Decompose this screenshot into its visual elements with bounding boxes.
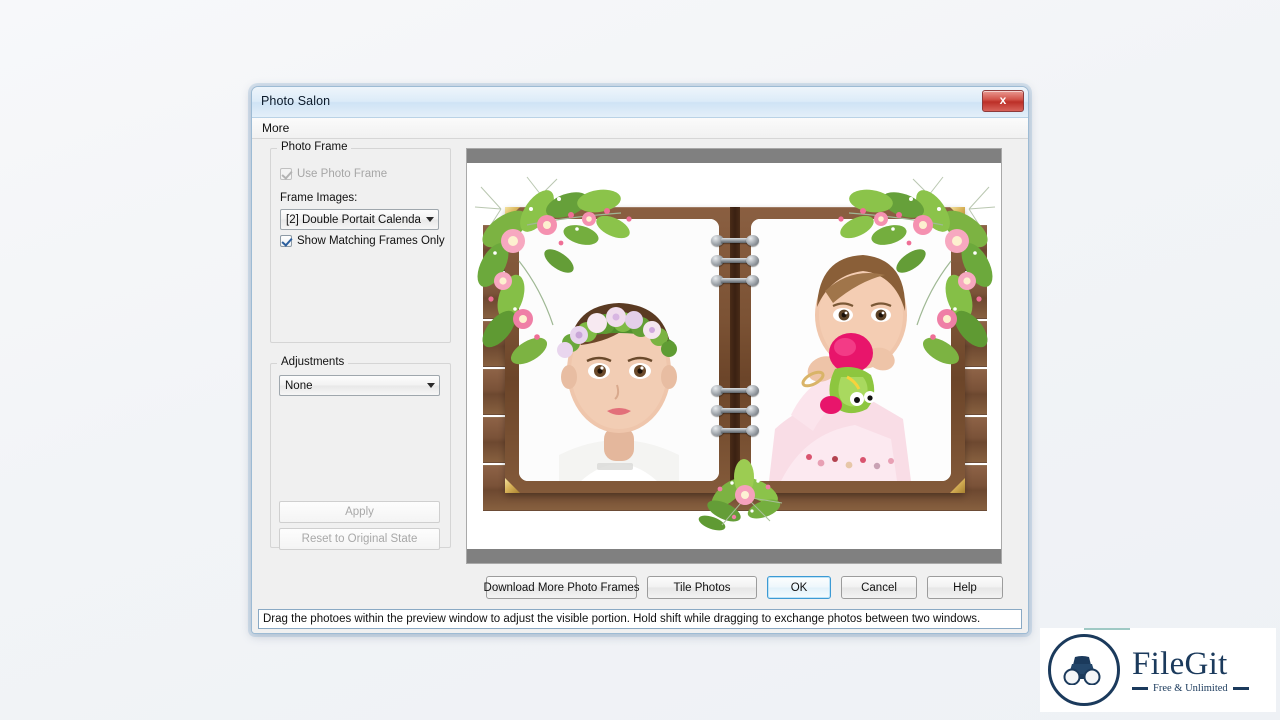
use-photo-frame-label: Use Photo Frame xyxy=(297,168,388,180)
help-button[interactable]: Help xyxy=(927,576,1003,599)
ok-button[interactable]: OK xyxy=(767,576,831,599)
adjustments-combobox[interactable]: None xyxy=(279,375,440,396)
menu-bar: More xyxy=(252,118,1028,139)
binoculars-glyph xyxy=(1063,656,1101,685)
use-photo-frame-checkbox[interactable]: Use Photo Frame xyxy=(280,168,387,180)
spiral-ring-icon xyxy=(711,275,759,286)
photo-frame-group: Photo Frame Use Photo Frame Frame Images… xyxy=(270,141,451,343)
window-title: Photo Salon xyxy=(261,94,331,108)
watermark-title: FileGit xyxy=(1132,645,1228,682)
show-matching-frames-label: Show Matching Frames Only xyxy=(297,235,445,247)
gold-corner-icon xyxy=(950,478,965,493)
frame-artwork xyxy=(474,176,996,531)
status-text: Drag the photoes within the preview wind… xyxy=(263,613,981,625)
reset-to-original-button[interactable]: Reset to Original State xyxy=(279,528,440,550)
download-more-photo-frames-button[interactable]: Download More Photo Frames xyxy=(484,576,639,599)
close-icon[interactable]: x xyxy=(982,90,1024,112)
adjustments-group: Adjustments None Apply Reset to Original… xyxy=(270,356,451,550)
rule-right xyxy=(1232,686,1249,690)
adjustments-value: None xyxy=(285,379,313,392)
watermark-text: FileGit Free & Unlimited xyxy=(1132,647,1249,694)
gold-corner-icon xyxy=(505,478,520,493)
menu-item-more[interactable]: More xyxy=(254,118,297,137)
rule-left xyxy=(1132,686,1148,690)
tile-photos-button[interactable]: Tile Photos xyxy=(647,576,757,599)
frame-images-combobox[interactable]: [2] Double Portait Calendar xyxy=(280,209,439,230)
left-panel: Photo Frame Use Photo Frame Frame Images… xyxy=(270,141,451,550)
show-matching-frames-checkbox[interactable]: Show Matching Frames Only xyxy=(280,235,445,247)
floral-decoration-top-right xyxy=(838,176,996,365)
spiral-ring-icon xyxy=(711,425,759,436)
watermark-tagline-row: Free & Unlimited xyxy=(1132,683,1249,694)
dialog-client-area: Photo Frame Use Photo Frame Frame Images… xyxy=(252,139,1028,633)
preview-bottom-band xyxy=(467,549,1001,563)
floral-decoration-bottom-center xyxy=(698,459,783,531)
adjustments-group-legend: Adjustments xyxy=(277,356,349,368)
preview-top-band xyxy=(467,149,1001,163)
spiral-ring-icon xyxy=(711,385,759,396)
spiral-ring-icon xyxy=(711,255,759,266)
binoculars-icon xyxy=(1048,634,1120,706)
spiral-ring-icon xyxy=(711,405,759,416)
photo-salon-dialog: Photo Salon x More Photo Frame Use Photo… xyxy=(251,86,1029,634)
floral-decoration-top-left xyxy=(474,176,632,365)
status-bar: Drag the photoes within the preview wind… xyxy=(258,609,1022,629)
title-bar: Photo Salon x xyxy=(252,87,1028,118)
spiral-spine xyxy=(730,207,740,493)
apply-button[interactable]: Apply xyxy=(279,501,440,523)
filegit-watermark: FileGit Free & Unlimited xyxy=(1040,628,1276,712)
checkmark-icon xyxy=(280,168,292,180)
photo-frame-group-legend: Photo Frame xyxy=(277,141,352,153)
watermark-tagline: Free & Unlimited xyxy=(1153,682,1228,694)
chevron-down-icon[interactable] xyxy=(421,210,438,229)
chevron-down-icon[interactable] xyxy=(422,376,439,395)
frame-images-value: [2] Double Portait Calendar xyxy=(286,213,421,226)
checkmark-icon xyxy=(280,235,292,247)
preview-canvas[interactable] xyxy=(467,163,1001,549)
frame-images-label: Frame Images: xyxy=(280,192,358,204)
watermark-accent-line xyxy=(1084,628,1130,630)
preview-window[interactable] xyxy=(466,148,1002,564)
spiral-ring-icon xyxy=(711,235,759,246)
cancel-button[interactable]: Cancel xyxy=(841,576,917,599)
